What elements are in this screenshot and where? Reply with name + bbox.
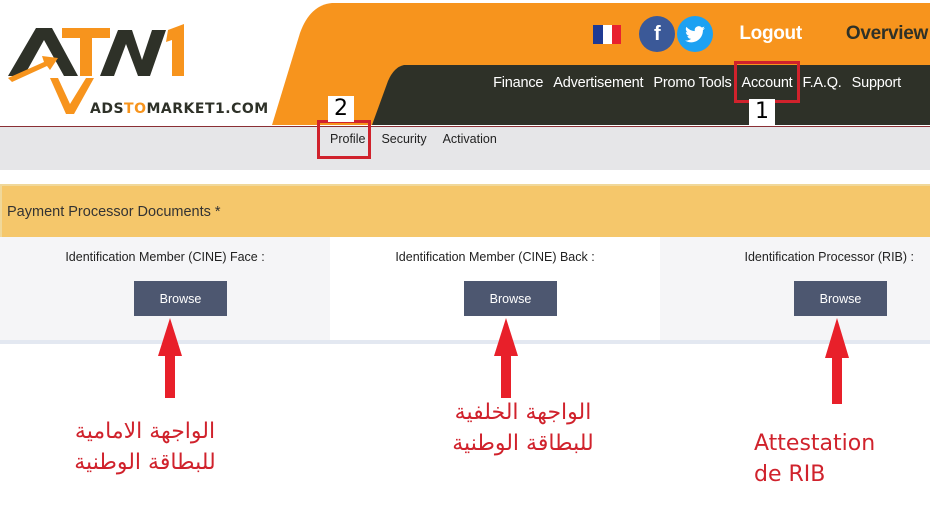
required-mark: *: [214, 203, 221, 220]
france-flag-icon[interactable]: [593, 24, 622, 44]
note-line: للبطاقة الوطنية: [452, 431, 594, 456]
sub-nav: Profile Security Activation: [0, 126, 930, 170]
browse-button-rib[interactable]: Browse: [794, 281, 887, 316]
top-links: f Logout Overview: [593, 14, 930, 54]
site-logo[interactable]: ADSTOMARKET1.COM: [0, 0, 300, 126]
nav-faq[interactable]: F.A.Q.: [798, 75, 847, 91]
profile-highlight-box: [317, 120, 371, 159]
logo-domain-text: ADSTOMARKET1.COM: [90, 101, 269, 117]
note-back-id: الواجهة الخلفية للبطاقة الوطنية: [438, 397, 608, 459]
field-label: Identification Member (CINE) Back :: [395, 250, 595, 264]
logout-link[interactable]: Logout: [739, 23, 802, 45]
browse-button-cine-back[interactable]: Browse: [464, 281, 557, 316]
overview-link[interactable]: Overview: [846, 23, 928, 45]
panel-title: Payment Processor Documents: [7, 203, 211, 220]
note-line: de RIB: [754, 462, 826, 487]
facebook-icon[interactable]: f: [639, 16, 676, 52]
field-label: Identification Member (CINE) Face :: [65, 250, 265, 264]
twitter-icon[interactable]: [677, 16, 714, 52]
nav-support[interactable]: Support: [847, 75, 906, 91]
account-highlight-box: [734, 61, 800, 103]
arrow-up-icon: [825, 318, 849, 404]
field-label: Identification Processor (RIB) :: [744, 250, 914, 264]
subnav-security[interactable]: Security: [381, 132, 426, 146]
upload-field-rib: Identification Processor (RIB) : Browse: [660, 237, 930, 340]
note-rib: Attestation de RIB: [754, 428, 875, 490]
browse-button-cine-face[interactable]: Browse: [134, 281, 227, 316]
note-line: للبطاقة الوطنية: [74, 450, 216, 475]
note-line: Attestation: [754, 431, 876, 456]
payment-documents-panel: Payment Processor Documents * Identifica…: [0, 184, 930, 344]
nav-promo-tools[interactable]: Promo Tools: [648, 75, 736, 91]
nav-finance[interactable]: Finance: [488, 75, 548, 91]
main-nav: Finance Advertisement Promo Tools Accoun…: [488, 75, 906, 91]
step-2-badge: 2: [328, 96, 354, 122]
arrow-up-icon: [494, 318, 518, 398]
step-1-badge: 1: [749, 99, 775, 125]
note-front-id: الواجهة الامامية للبطاقة الوطنية: [60, 416, 230, 478]
note-line: الواجهة الخلفية: [454, 400, 592, 425]
nav-advertisement[interactable]: Advertisement: [548, 75, 648, 91]
arrow-up-icon: [158, 318, 182, 398]
note-line: الواجهة الامامية: [74, 419, 216, 444]
subnav-activation[interactable]: Activation: [443, 132, 497, 146]
panel-header: Payment Processor Documents *: [0, 184, 930, 237]
